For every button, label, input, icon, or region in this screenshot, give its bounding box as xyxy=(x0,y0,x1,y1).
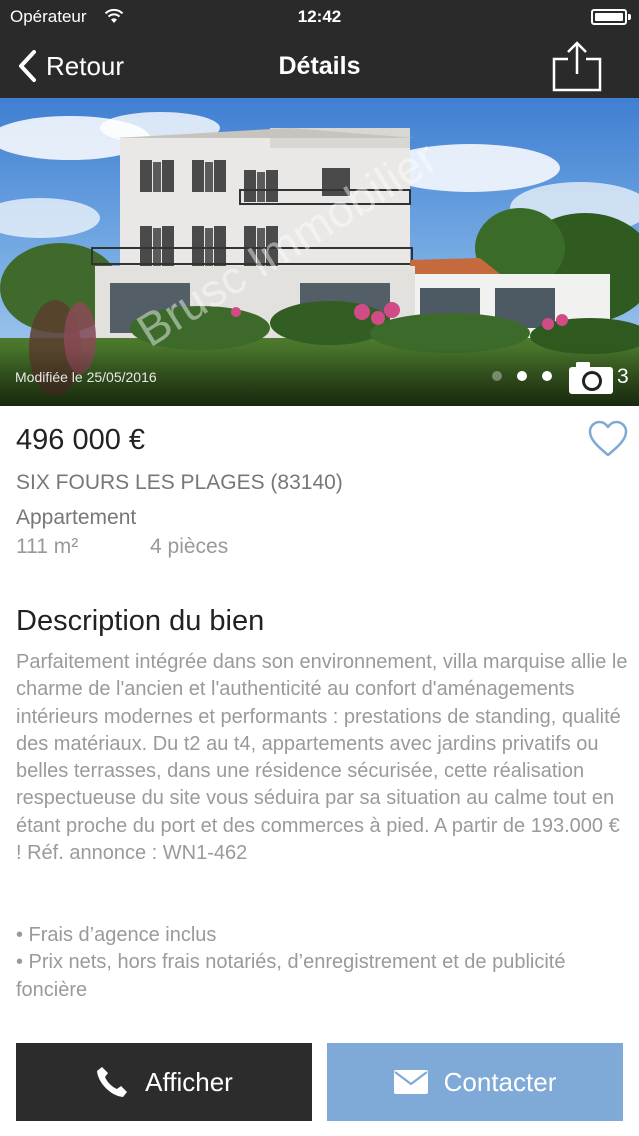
list-item: • Frais d’agence inclus xyxy=(16,924,217,946)
property-type: Appartement xyxy=(16,506,137,529)
chevron-left-icon xyxy=(19,50,36,82)
carousel-dot[interactable] xyxy=(517,371,527,381)
carousel-dot[interactable] xyxy=(492,371,502,381)
carousel-dots[interactable] xyxy=(492,371,552,381)
phone-icon xyxy=(97,1067,128,1097)
property-photo-carousel[interactable]: Brusc Immobilier Modifiée le 25/05/2016 … xyxy=(0,98,639,406)
property-location: SIX FOURS LES PLAGES (83140) xyxy=(16,471,343,494)
heart-icon[interactable] xyxy=(588,420,628,458)
modified-date: Modifiée le 25/05/2016 xyxy=(15,369,157,385)
photo-count: 3 xyxy=(617,365,629,388)
back-button[interactable]: Retour xyxy=(16,48,124,84)
description-text: Parfaitement intégrée dans son environne… xyxy=(16,651,628,865)
page-title: Détails xyxy=(278,52,361,80)
clock: 12:42 xyxy=(297,7,342,26)
contact-button-label: Contacter xyxy=(443,1066,557,1097)
list-item: • Prix nets, hors frais notariés, d’enre… xyxy=(16,951,566,1001)
battery-icon xyxy=(591,9,631,25)
camera-icon xyxy=(569,362,613,394)
features-list: • Frais d’agence inclus • Prix nets, hor… xyxy=(16,922,628,1004)
show-button-label: Afficher xyxy=(145,1066,233,1097)
price: 496 000 € xyxy=(16,424,146,456)
property-surface: 111 m² xyxy=(16,535,79,558)
show-phone-button[interactable]: Afficher xyxy=(16,1043,312,1121)
top-bar: Opérateur 12:42 Retour Détails xyxy=(0,0,639,98)
contact-button[interactable]: Contacter xyxy=(327,1043,623,1121)
navigation-bar: Retour Détails xyxy=(0,34,639,98)
carousel-dot[interactable] xyxy=(542,371,552,381)
share-icon[interactable] xyxy=(551,40,603,92)
description-title: Description du bien xyxy=(16,605,265,637)
back-label: Retour xyxy=(46,50,125,81)
envelope-icon xyxy=(393,1070,428,1094)
property-rooms: 4 pièces xyxy=(150,535,229,558)
status-bar: Opérateur 12:42 xyxy=(0,0,639,34)
